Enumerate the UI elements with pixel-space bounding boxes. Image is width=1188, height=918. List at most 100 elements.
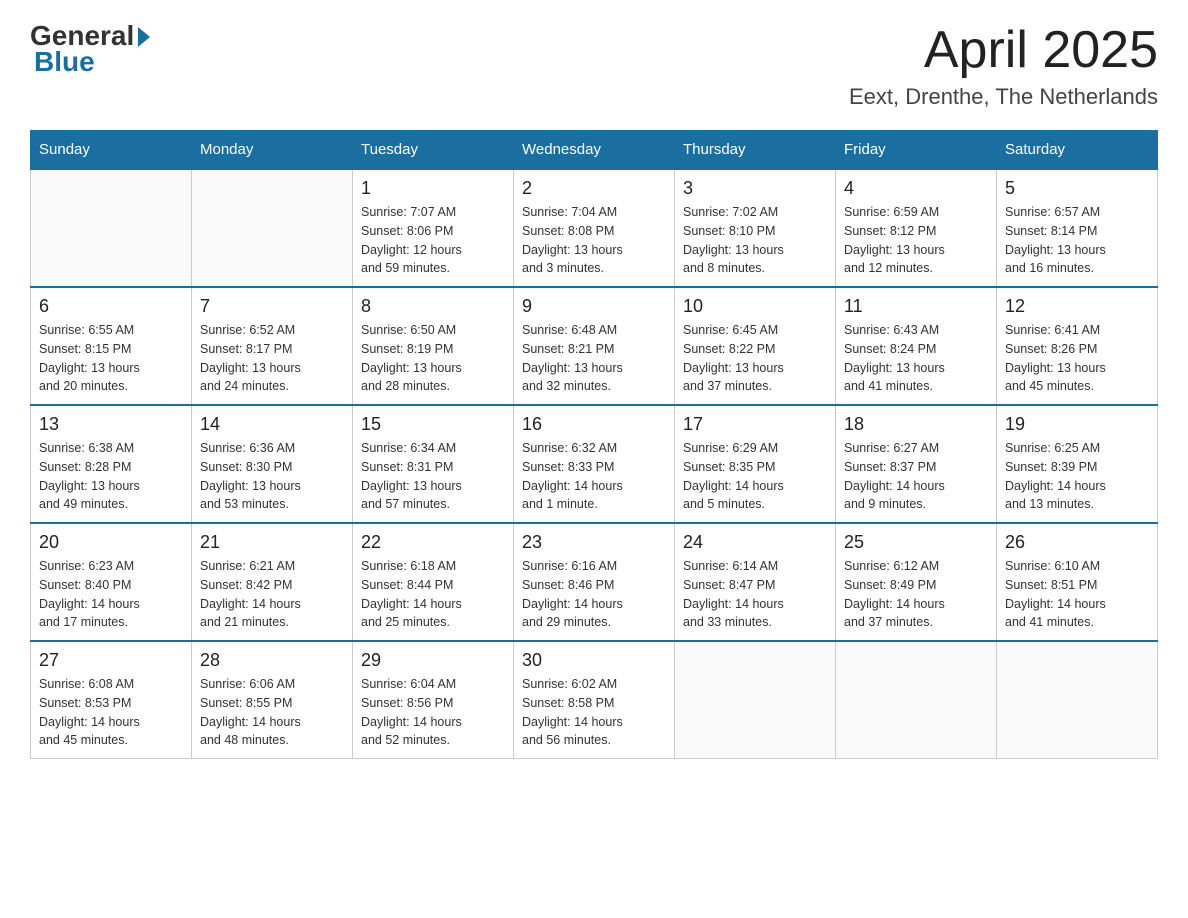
day-info: Sunrise: 6:29 AM Sunset: 8:35 PM Dayligh… (683, 439, 827, 514)
day-number: 11 (844, 296, 988, 317)
day-info: Sunrise: 6:23 AM Sunset: 8:40 PM Dayligh… (39, 557, 183, 632)
week-row-4: 27 Sunrise: 6:08 AM Sunset: 8:53 PM Dayli… (31, 641, 1158, 759)
day-cell: 5 Sunrise: 6:57 AM Sunset: 8:14 PM Daylig… (997, 169, 1158, 287)
day-cell: 17 Sunrise: 6:29 AM Sunset: 8:35 PM Dayli… (675, 405, 836, 523)
week-row-1: 6Sunrise: 6:55 AM Sunset: 8:15 PM Daylig… (31, 287, 1158, 405)
header-cell-thursday: Thursday (675, 131, 836, 170)
day-cell: 3Sunrise: 7:02 AM Sunset: 8:10 PM Daylig… (675, 169, 836, 287)
day-info: Sunrise: 6:32 AM Sunset: 8:33 PM Dayligh… (522, 439, 666, 514)
day-cell: 27 Sunrise: 6:08 AM Sunset: 8:53 PM Dayli… (31, 641, 192, 759)
day-info: Sunrise: 6:34 AM Sunset: 8:31 PM Dayligh… (361, 439, 505, 514)
day-info: Sunrise: 6:02 AM Sunset: 8:58 PM Dayligh… (522, 675, 666, 750)
day-number: 28 (200, 650, 344, 671)
day-cell: 29 Sunrise: 6:04 AM Sunset: 8:56 PM Dayli… (353, 641, 514, 759)
month-title: April 2025 (849, 20, 1158, 80)
header-cell-tuesday: Tuesday (353, 131, 514, 170)
day-cell: 1 Sunrise: 7:07 AM Sunset: 8:06 PM Daylig… (353, 169, 514, 287)
day-info: Sunrise: 6:21 AM Sunset: 8:42 PM Dayligh… (200, 557, 344, 632)
day-info: Sunrise: 6:55 AM Sunset: 8:15 PM Dayligh… (39, 321, 183, 396)
day-cell: 14 Sunrise: 6:36 AM Sunset: 8:30 PM Dayli… (192, 405, 353, 523)
week-row-2: 13 Sunrise: 6:38 AM Sunset: 8:28 PM Dayli… (31, 405, 1158, 523)
day-cell: 28 Sunrise: 6:06 AM Sunset: 8:55 PM Dayli… (192, 641, 353, 759)
day-number: 7 (200, 296, 344, 317)
day-info: Sunrise: 6:27 AM Sunset: 8:37 PM Dayligh… (844, 439, 988, 514)
day-number: 27 (39, 650, 183, 671)
page-header: General Blue April 2025 Eext, Drenthe, T… (30, 20, 1158, 110)
day-number: 14 (200, 414, 344, 435)
day-cell: 30 Sunrise: 6:02 AM Sunset: 8:58 PM Dayli… (514, 641, 675, 759)
day-number: 13 (39, 414, 183, 435)
day-number: 2 (522, 178, 666, 199)
day-number: 29 (361, 650, 505, 671)
day-number: 5 (1005, 178, 1149, 199)
day-cell: 21 Sunrise: 6:21 AM Sunset: 8:42 PM Dayli… (192, 523, 353, 641)
day-cell: 6Sunrise: 6:55 AM Sunset: 8:15 PM Daylig… (31, 287, 192, 405)
day-info: Sunrise: 6:45 AM Sunset: 8:22 PM Dayligh… (683, 321, 827, 396)
day-number: 21 (200, 532, 344, 553)
day-cell: 26 Sunrise: 6:10 AM Sunset: 8:51 PM Dayli… (997, 523, 1158, 641)
day-cell: 7 Sunrise: 6:52 AM Sunset: 8:17 PM Daylig… (192, 287, 353, 405)
day-cell: 19Sunrise: 6:25 AM Sunset: 8:39 PM Dayli… (997, 405, 1158, 523)
logo: General Blue (30, 20, 150, 78)
day-cell: 4Sunrise: 6:59 AM Sunset: 8:12 PM Daylig… (836, 169, 997, 287)
calendar-table: SundayMondayTuesdayWednesdayThursdayFrid… (30, 130, 1158, 759)
day-cell: 10Sunrise: 6:45 AM Sunset: 8:22 PM Dayli… (675, 287, 836, 405)
day-info: Sunrise: 6:50 AM Sunset: 8:19 PM Dayligh… (361, 321, 505, 396)
day-info: Sunrise: 7:07 AM Sunset: 8:06 PM Dayligh… (361, 203, 505, 278)
calendar-body: 1 Sunrise: 7:07 AM Sunset: 8:06 PM Daylig… (31, 169, 1158, 759)
day-info: Sunrise: 6:43 AM Sunset: 8:24 PM Dayligh… (844, 321, 988, 396)
day-cell: 15 Sunrise: 6:34 AM Sunset: 8:31 PM Dayli… (353, 405, 514, 523)
header-cell-sunday: Sunday (31, 131, 192, 170)
week-row-3: 20Sunrise: 6:23 AM Sunset: 8:40 PM Dayli… (31, 523, 1158, 641)
day-info: Sunrise: 6:18 AM Sunset: 8:44 PM Dayligh… (361, 557, 505, 632)
day-cell: 9 Sunrise: 6:48 AM Sunset: 8:21 PM Daylig… (514, 287, 675, 405)
day-number: 30 (522, 650, 666, 671)
day-number: 8 (361, 296, 505, 317)
day-cell: 23 Sunrise: 6:16 AM Sunset: 8:46 PM Dayli… (514, 523, 675, 641)
day-info: Sunrise: 6:52 AM Sunset: 8:17 PM Dayligh… (200, 321, 344, 396)
day-cell: 13 Sunrise: 6:38 AM Sunset: 8:28 PM Dayli… (31, 405, 192, 523)
day-number: 22 (361, 532, 505, 553)
day-info: Sunrise: 6:59 AM Sunset: 8:12 PM Dayligh… (844, 203, 988, 278)
day-number: 17 (683, 414, 827, 435)
day-info: Sunrise: 6:48 AM Sunset: 8:21 PM Dayligh… (522, 321, 666, 396)
day-cell: 22 Sunrise: 6:18 AM Sunset: 8:44 PM Dayli… (353, 523, 514, 641)
day-info: Sunrise: 6:10 AM Sunset: 8:51 PM Dayligh… (1005, 557, 1149, 632)
day-cell: 24 Sunrise: 6:14 AM Sunset: 8:47 PM Dayli… (675, 523, 836, 641)
day-cell (997, 641, 1158, 759)
day-info: Sunrise: 7:04 AM Sunset: 8:08 PM Dayligh… (522, 203, 666, 278)
day-cell: 25 Sunrise: 6:12 AM Sunset: 8:49 PM Dayli… (836, 523, 997, 641)
header-cell-friday: Friday (836, 131, 997, 170)
location-title: Eext, Drenthe, The Netherlands (849, 84, 1158, 110)
logo-arrow-icon (138, 27, 150, 47)
day-number: 24 (683, 532, 827, 553)
day-info: Sunrise: 6:04 AM Sunset: 8:56 PM Dayligh… (361, 675, 505, 750)
day-info: Sunrise: 6:12 AM Sunset: 8:49 PM Dayligh… (844, 557, 988, 632)
day-cell: 11 Sunrise: 6:43 AM Sunset: 8:24 PM Dayli… (836, 287, 997, 405)
day-cell: 12Sunrise: 6:41 AM Sunset: 8:26 PM Dayli… (997, 287, 1158, 405)
calendar-header: SundayMondayTuesdayWednesdayThursdayFrid… (31, 131, 1158, 170)
day-cell: 18 Sunrise: 6:27 AM Sunset: 8:37 PM Dayli… (836, 405, 997, 523)
day-info: Sunrise: 6:36 AM Sunset: 8:30 PM Dayligh… (200, 439, 344, 514)
day-info: Sunrise: 6:25 AM Sunset: 8:39 PM Dayligh… (1005, 439, 1149, 514)
day-number: 3 (683, 178, 827, 199)
day-info: Sunrise: 6:57 AM Sunset: 8:14 PM Dayligh… (1005, 203, 1149, 278)
day-number: 26 (1005, 532, 1149, 553)
day-info: Sunrise: 6:06 AM Sunset: 8:55 PM Dayligh… (200, 675, 344, 750)
day-cell (836, 641, 997, 759)
day-info: Sunrise: 6:16 AM Sunset: 8:46 PM Dayligh… (522, 557, 666, 632)
day-cell: 20Sunrise: 6:23 AM Sunset: 8:40 PM Dayli… (31, 523, 192, 641)
day-number: 9 (522, 296, 666, 317)
title-section: April 2025 Eext, Drenthe, The Netherland… (849, 20, 1158, 110)
day-info: Sunrise: 6:14 AM Sunset: 8:47 PM Dayligh… (683, 557, 827, 632)
day-info: Sunrise: 6:38 AM Sunset: 8:28 PM Dayligh… (39, 439, 183, 514)
day-number: 1 (361, 178, 505, 199)
day-info: Sunrise: 6:08 AM Sunset: 8:53 PM Dayligh… (39, 675, 183, 750)
day-number: 15 (361, 414, 505, 435)
week-row-0: 1 Sunrise: 7:07 AM Sunset: 8:06 PM Daylig… (31, 169, 1158, 287)
day-number: 23 (522, 532, 666, 553)
header-cell-saturday: Saturday (997, 131, 1158, 170)
day-cell (192, 169, 353, 287)
day-number: 25 (844, 532, 988, 553)
day-number: 18 (844, 414, 988, 435)
